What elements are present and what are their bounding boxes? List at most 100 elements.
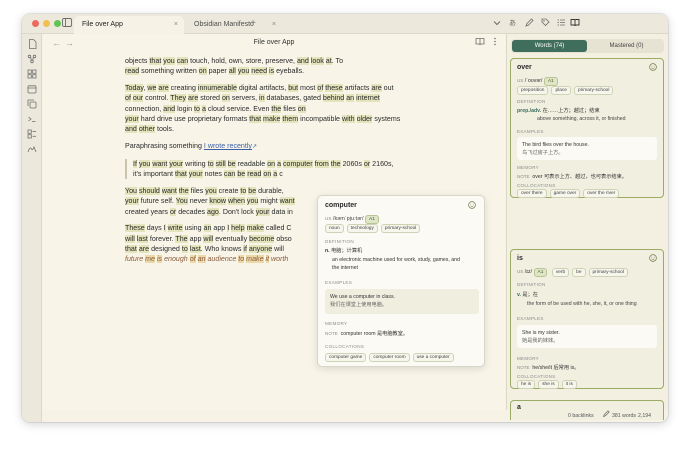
tab-words[interactable]: Words (74) bbox=[512, 40, 587, 52]
highlighted-word[interactable]: your bbox=[125, 114, 139, 123]
word-popup[interactable]: computer US /kəmˈpjuːtər/ A1 noun technol… bbox=[317, 195, 485, 367]
highlighted-word[interactable]: your bbox=[188, 170, 203, 179]
highlighted-word[interactable]: want bbox=[161, 186, 177, 195]
new-tab-icon[interactable]: + bbox=[246, 17, 260, 31]
highlighted-word[interactable]: these bbox=[325, 84, 343, 93]
highlighted-word[interactable]: internet bbox=[356, 94, 380, 103]
word-card-over[interactable]: over US /ˈoʊvər/ A1 preposition place prim… bbox=[510, 58, 664, 198]
highlighted-word[interactable]: on bbox=[267, 159, 276, 168]
highlighted-word[interactable]: but bbox=[288, 84, 299, 93]
highlighted-word[interactable]: will bbox=[125, 234, 135, 243]
highlighted-word[interactable]: the bbox=[271, 104, 282, 113]
highlighted-word[interactable]: to bbox=[207, 159, 214, 168]
highlighted-word[interactable]: know bbox=[209, 197, 226, 206]
highlighted-word[interactable]: help bbox=[231, 224, 245, 233]
highlighted-word[interactable]: should bbox=[138, 186, 160, 195]
highlighted-word[interactable]: other bbox=[138, 125, 155, 134]
smiley-icon[interactable] bbox=[649, 254, 657, 264]
more-options-icon[interactable] bbox=[491, 37, 499, 48]
pencil-icon[interactable] bbox=[522, 17, 536, 31]
highlighted-word[interactable]: that bbox=[174, 170, 187, 179]
highlighted-word[interactable]: your bbox=[255, 207, 270, 216]
minimize-window-button[interactable] bbox=[43, 20, 50, 27]
smiley-icon[interactable] bbox=[649, 63, 657, 73]
calendar-icon[interactable] bbox=[26, 84, 38, 96]
highlighted-word[interactable]: innumerable bbox=[197, 84, 237, 93]
highlighted-word[interactable]: become bbox=[249, 234, 275, 243]
highlighted-word[interactable]: of bbox=[189, 255, 196, 264]
highlighted-word[interactable]: with bbox=[341, 114, 355, 123]
highlighted-word[interactable]: an bbox=[346, 94, 355, 103]
close-tab-icon[interactable]: × bbox=[174, 16, 178, 34]
highlighted-word[interactable]: and bbox=[163, 104, 176, 113]
copy-icon[interactable] bbox=[26, 99, 38, 111]
highlighted-word[interactable]: are bbox=[158, 84, 169, 93]
tab-file-over-app[interactable]: File over App × bbox=[74, 16, 184, 34]
tab-obsidian-manifesto[interactable]: Obsidian Manifesto × bbox=[186, 16, 282, 34]
highlighted-word[interactable]: are bbox=[371, 84, 382, 93]
terminal-icon[interactable] bbox=[26, 114, 38, 126]
highlighted-word[interactable]: make bbox=[246, 255, 264, 264]
highlighted-word[interactable]: when bbox=[227, 197, 245, 206]
highlighted-word[interactable]: want bbox=[279, 197, 295, 206]
close-window-button[interactable] bbox=[32, 20, 39, 27]
highlighted-word[interactable]: to bbox=[181, 244, 188, 253]
highlighted-word[interactable]: on bbox=[221, 94, 230, 103]
highlighted-word[interactable]: You bbox=[125, 186, 137, 195]
highlighted-word[interactable]: your bbox=[125, 197, 139, 206]
highlighted-word[interactable]: last bbox=[136, 234, 148, 243]
smiley-icon[interactable] bbox=[468, 201, 476, 211]
highlighted-word[interactable]: and bbox=[125, 125, 137, 134]
edit-pencil-icon[interactable] bbox=[602, 410, 610, 422]
signature-icon[interactable] bbox=[26, 144, 38, 156]
highlighted-word[interactable]: The bbox=[175, 234, 188, 243]
highlighted-word[interactable]: your bbox=[169, 159, 184, 168]
highlighted-word[interactable]: make bbox=[263, 114, 281, 123]
book-open-icon[interactable] bbox=[568, 17, 582, 31]
highlighted-word[interactable]: These bbox=[125, 224, 145, 233]
highlighted-word[interactable]: can bbox=[223, 170, 236, 179]
reading-mode-icon[interactable] bbox=[475, 37, 485, 48]
highlighted-word[interactable]: them bbox=[282, 114, 299, 123]
tag-icon[interactable] bbox=[538, 17, 552, 31]
tab-mastered[interactable]: Mastered (0) bbox=[589, 40, 664, 52]
highlighted-word[interactable]: You bbox=[175, 197, 188, 206]
backlinks-count[interactable]: 0 backlinks bbox=[568, 410, 594, 422]
file-icon[interactable] bbox=[26, 39, 38, 51]
graph-icon[interactable] bbox=[26, 54, 38, 66]
highlighted-word[interactable]: the bbox=[178, 186, 189, 195]
collocation-chip[interactable]: computer game bbox=[325, 353, 367, 362]
highlighted-word[interactable]: write bbox=[167, 224, 183, 233]
highlighted-word[interactable]: Today bbox=[125, 84, 144, 93]
chevron-down-icon[interactable] bbox=[490, 17, 504, 31]
highlighted-word[interactable]: still bbox=[215, 159, 226, 168]
sidebar-toggle-icon[interactable] bbox=[60, 17, 74, 31]
highlighted-word[interactable]: older bbox=[356, 114, 373, 123]
highlighted-word[interactable]: be bbox=[248, 186, 257, 195]
highlighted-word[interactable]: anyone bbox=[248, 244, 273, 253]
highlighted-word[interactable]: read bbox=[247, 170, 262, 179]
highlighted-word[interactable]: behind bbox=[322, 94, 345, 103]
close-tab-icon[interactable]: × bbox=[272, 16, 276, 34]
highlighted-word[interactable]: an bbox=[197, 255, 206, 264]
highlighted-word[interactable]: ago bbox=[207, 207, 219, 216]
highlighted-word[interactable]: want bbox=[152, 159, 168, 168]
highlighted-word[interactable]: that bbox=[249, 114, 262, 123]
grid-icon[interactable] bbox=[26, 69, 38, 81]
collocation-chip[interactable]: use a computer bbox=[412, 353, 454, 362]
highlighted-word[interactable]: be bbox=[227, 159, 236, 168]
highlighted-word[interactable]: you bbox=[138, 159, 151, 168]
highlighted-word[interactable]: you bbox=[205, 186, 217, 195]
translate-icon[interactable]: あ bbox=[506, 17, 520, 31]
highlighted-word[interactable]: from bbox=[314, 159, 329, 168]
highlighted-word[interactable]: They bbox=[170, 94, 187, 103]
collocation-chip[interactable]: computer room bbox=[369, 353, 410, 362]
word-card-is[interactable]: is US /ɪz/ A1 verb be primary-school DEFIN… bbox=[510, 249, 664, 389]
highlighted-word[interactable]: the bbox=[330, 159, 341, 168]
highlighted-word[interactable]: our bbox=[132, 94, 144, 103]
list-icon[interactable] bbox=[554, 17, 568, 31]
highlighted-word[interactable]: are bbox=[188, 94, 199, 103]
highlighted-word[interactable]: will bbox=[203, 234, 214, 243]
view-title[interactable]: File over App bbox=[43, 39, 505, 46]
highlighted-word[interactable]: me bbox=[145, 255, 155, 264]
